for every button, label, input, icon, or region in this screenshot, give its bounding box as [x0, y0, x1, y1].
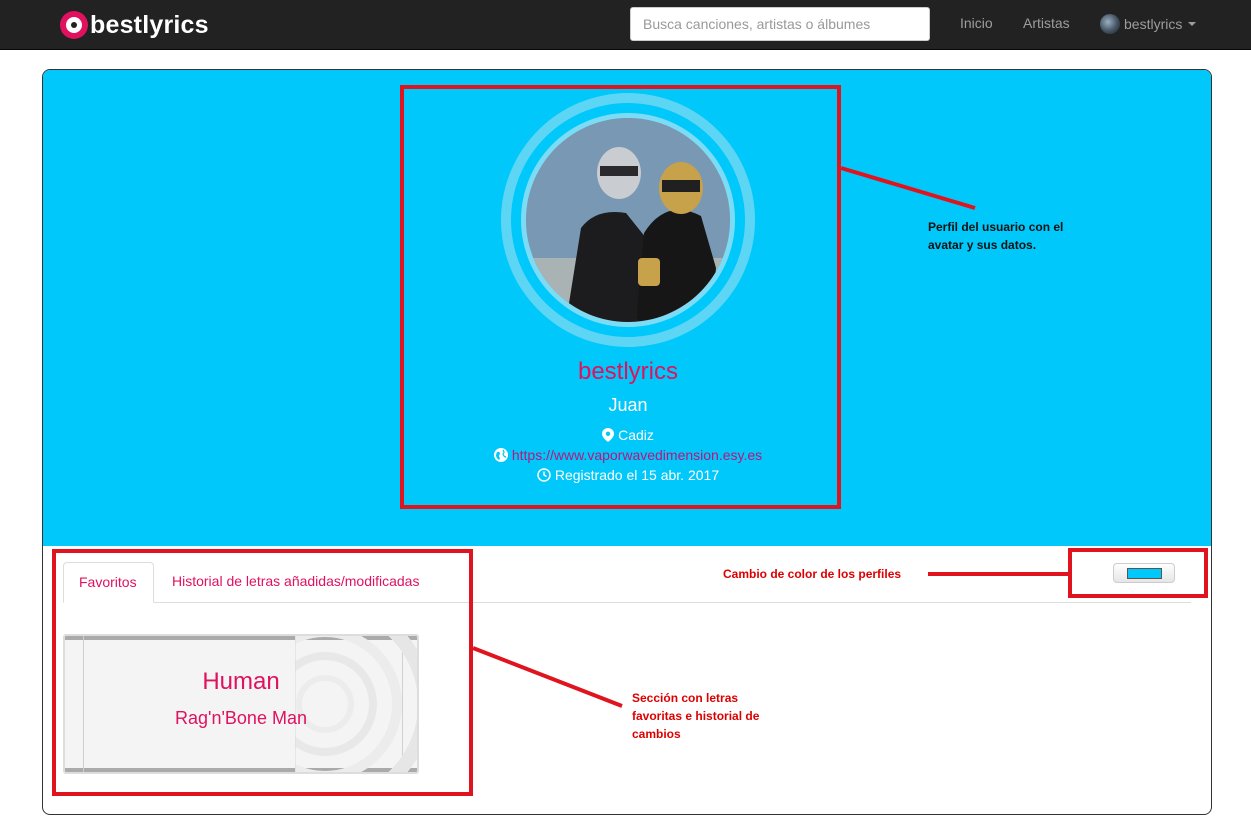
annotation-section-text: Sección con letras favoritas e historial…	[632, 691, 760, 741]
annotation-arrows	[472, 166, 1068, 708]
annotation-profile-text: Perfil del usuario con el avatar y sus d…	[928, 220, 1064, 252]
annotation-color-text: Cambio de color de los perfiles	[723, 567, 902, 581]
